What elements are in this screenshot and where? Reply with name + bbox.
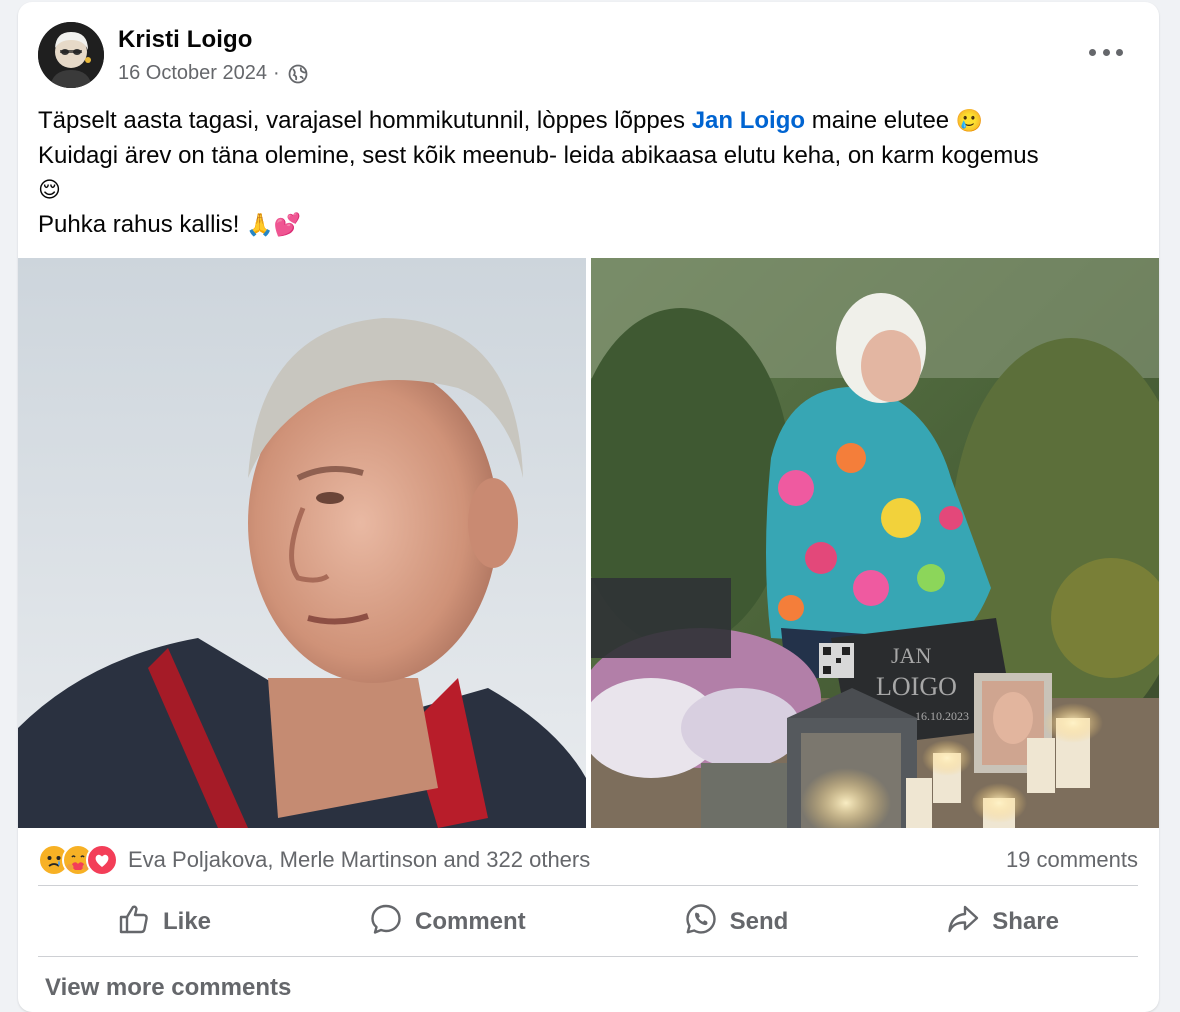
comment-label: Comment (414, 908, 526, 935)
like-button[interactable]: Like (93, 894, 235, 951)
mention-link[interactable]: Jan Loigo (692, 107, 805, 134)
share-button[interactable]: Share (922, 894, 1083, 951)
grave-name-1: JAN (891, 643, 931, 668)
love-icon (86, 844, 118, 876)
reactions-row: Eva Poljakova, Merle Martinson and 322 o… (38, 840, 1138, 880)
photo-grid: JAN LOIGO 1977 - 16.10.2023 (18, 258, 1159, 828)
post-line-1: Täpselt aasta tagasi, varajasel hommikut… (38, 104, 1128, 139)
like-icon (117, 902, 151, 943)
grave-name-2: LOIGO (876, 672, 957, 701)
text-segment: Puhka rahus kallis! (38, 211, 247, 238)
comments-count[interactable]: 19 comments (1006, 847, 1138, 873)
post-line-2: Kuidagi ärev on täna olemine, sest kõik … (38, 139, 1128, 173)
post-meta: 16 October 2024 · (118, 62, 308, 85)
emoji: 🥲 (955, 109, 984, 134)
divider (38, 956, 1138, 957)
post-line-2b: 😌 (38, 173, 1128, 208)
portrait-photo[interactable] (18, 258, 586, 828)
more-options-button[interactable] (1089, 40, 1123, 64)
post-date[interactable]: 16 October 2024 (118, 62, 267, 85)
reaction-icons (38, 844, 118, 876)
comment-icon (369, 902, 403, 943)
grave-photo[interactable]: JAN LOIGO 1977 - 16.10.2023 (591, 258, 1159, 828)
dot-icon (1089, 48, 1096, 56)
send-button[interactable]: Send (660, 894, 813, 951)
reactions-text: Eva Poljakova, Merle Martinson and 322 o… (128, 847, 591, 872)
emoji: 🙏💕 (246, 213, 301, 238)
send-label: Send (729, 908, 789, 935)
share-icon (946, 902, 980, 943)
author-name[interactable]: Kristi Loigo (118, 26, 253, 54)
dot-icon (1102, 48, 1110, 56)
post-line-3: Puhka rahus kallis! 🙏💕 (38, 208, 1128, 243)
post-text: Täpselt aasta tagasi, varajasel hommikut… (38, 104, 1128, 243)
like-label: Like (162, 908, 212, 935)
emoji: 😌 (38, 178, 61, 203)
whatsapp-icon (684, 902, 718, 943)
dot-icon (1116, 48, 1123, 56)
author-avatar[interactable] (38, 22, 104, 88)
meta-separator: · (273, 62, 280, 84)
post-card: Kristi Loigo 16 October 2024 · Täpselt a… (18, 2, 1159, 1012)
globe-icon (288, 64, 308, 84)
text-segment: Kuidagi ärev on täna olemine, sest kõik … (38, 142, 1039, 169)
text-segment: maine elutee (805, 107, 956, 134)
divider (38, 885, 1138, 886)
reactions-summary[interactable]: Eva Poljakova, Merle Martinson and 322 o… (38, 844, 590, 876)
view-more-comments-link[interactable]: View more comments (45, 974, 291, 1002)
action-bar: Like Comment Send Share (38, 888, 1138, 956)
comment-button[interactable]: Comment (345, 894, 550, 951)
share-label: Share (992, 908, 1059, 935)
text-segment: Täpselt aasta tagasi, varajasel hommikut… (38, 107, 692, 134)
